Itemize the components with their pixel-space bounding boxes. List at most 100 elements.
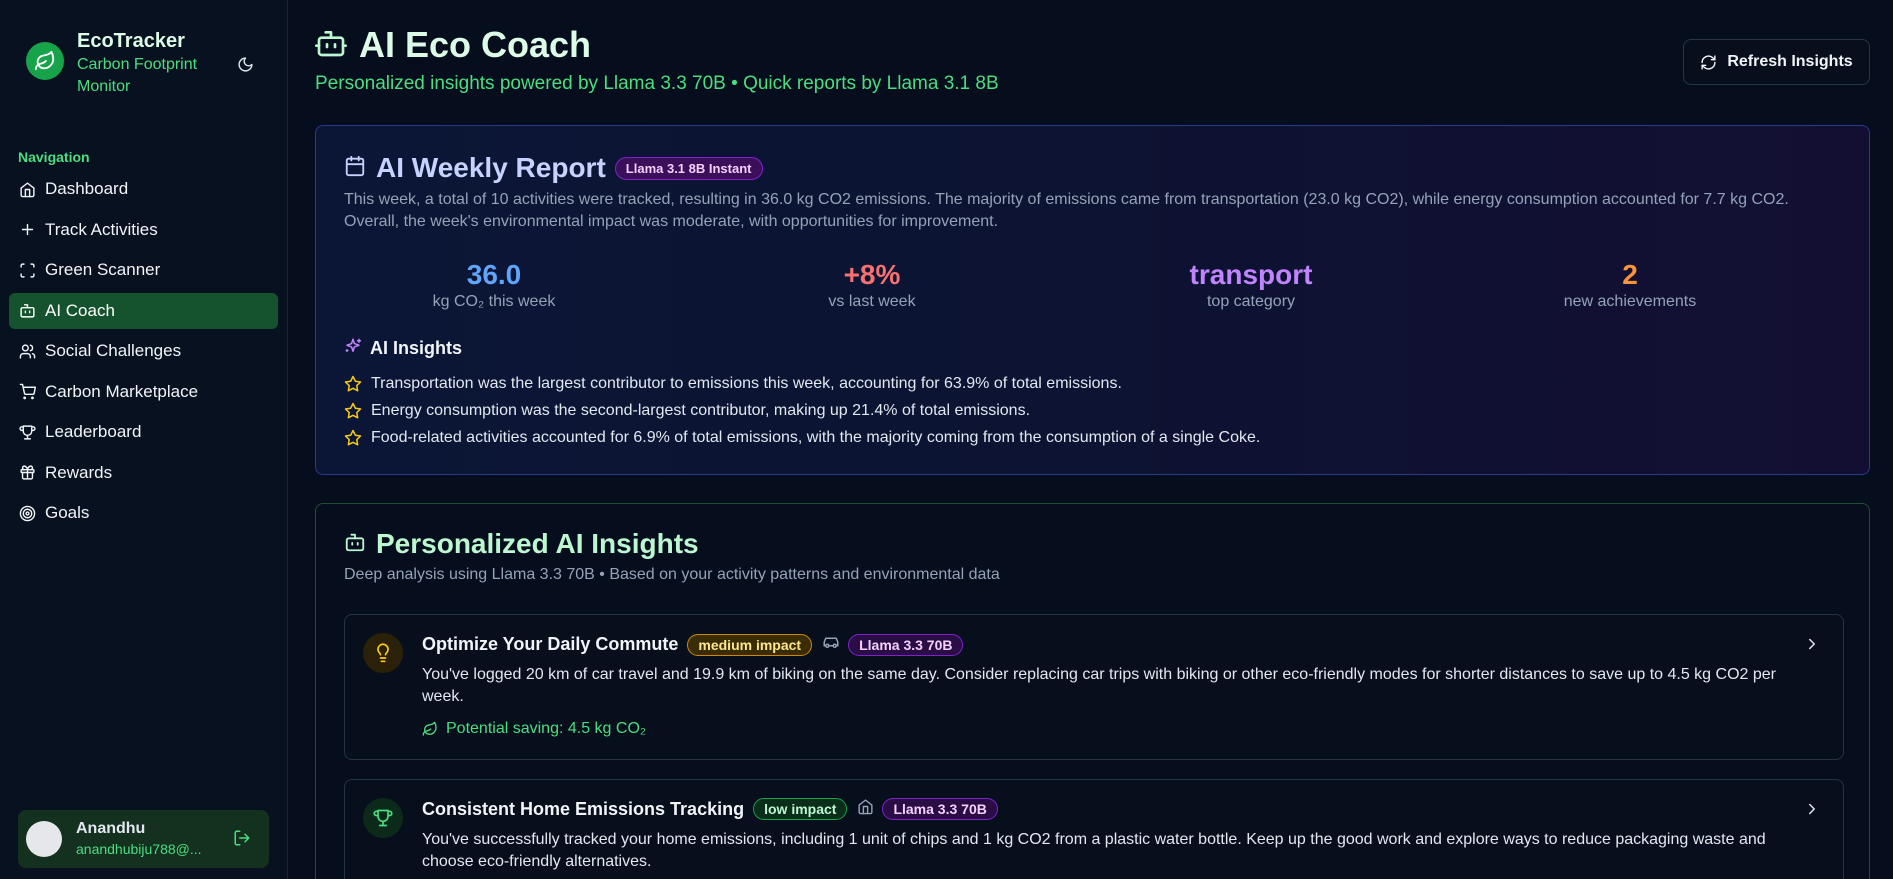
stat-value: 2: [1622, 259, 1638, 290]
bot-icon: [344, 531, 366, 558]
leaf-icon: [26, 42, 64, 80]
home-icon: [18, 180, 36, 198]
star-icon: [344, 402, 362, 418]
chevron-right-icon: [1803, 800, 1821, 818]
sidebar-item-dashboard[interactable]: Dashboard: [9, 171, 278, 207]
sidebar-item-green-scanner[interactable]: Green Scanner: [9, 252, 278, 288]
bot-icon: [18, 302, 36, 320]
stat-label: new achievements: [1563, 293, 1697, 310]
main-content: AI Eco Coach Personalized insights power…: [315, 0, 1870, 879]
brand: EcoTracker Carbon Footprint Monitor: [26, 28, 217, 98]
impact-badge: medium impact: [687, 633, 813, 656]
recommendation-card[interactable]: Optimize Your Daily Commute medium impac…: [344, 614, 1844, 760]
page-title: AI Eco Coach: [359, 24, 592, 65]
stat-label: vs last week: [828, 293, 916, 310]
target-icon: [18, 504, 36, 522]
stats-row: 36.0 kg CO₂ this week +8% vs last week t…: [344, 258, 1844, 318]
potential-saving: Potential saving: 4.5 kg CO₂: [422, 720, 646, 738]
stat-label: top category: [1206, 293, 1296, 310]
user-name: Anandhu: [76, 820, 146, 837]
calendar-icon: [344, 155, 366, 182]
weekly-report-summary: This week, a total of 10 activities were…: [344, 191, 1789, 230]
sidebar: EcoTracker Carbon Footprint Monitor Navi…: [0, 0, 288, 879]
model-badge: Llama 3.1 8B Instant: [614, 156, 763, 180]
lightbulb-icon: [363, 633, 403, 673]
plus-icon: [18, 221, 36, 239]
sidebar-item-label: Track Activities: [45, 219, 158, 239]
car-icon: [822, 633, 840, 656]
scan-icon: [18, 261, 36, 279]
cart-icon: [18, 383, 36, 401]
insight-text: Food-related activities accounted for 6.…: [371, 428, 1261, 446]
recommendation-title: Consistent Home Emissions Tracking: [422, 798, 745, 819]
stat-emissions: 36.0 kg CO₂ this week: [344, 258, 644, 312]
theme-toggle-button[interactable]: [233, 52, 257, 76]
bot-icon: [315, 27, 347, 64]
stat-value: +8%: [843, 259, 901, 290]
sidebar-item-label: Carbon Marketplace: [45, 381, 199, 401]
gift-icon: [18, 464, 36, 482]
potential-saving-text: Potential saving: 4.5 kg CO₂: [446, 720, 647, 737]
refresh-insights-button[interactable]: Refresh Insights: [1683, 39, 1870, 85]
model-badge: Llama 3.3 70B: [882, 798, 998, 820]
sidebar-item-label: Green Scanner: [45, 260, 161, 279]
stat-label: kg CO₂ this week: [432, 293, 556, 310]
star-icon: [344, 429, 362, 445]
sparkles-icon: [344, 337, 362, 360]
stat-change: +8% vs last week: [722, 258, 1022, 312]
recommendation-description: You've successfully tracked your home em…: [422, 831, 1766, 870]
users-icon: [18, 342, 36, 360]
personalized-insights-subtitle: Deep analysis using Llama 3.3 70B • Base…: [344, 566, 1000, 583]
logout-button[interactable]: [233, 829, 253, 849]
sidebar-item-track-activities[interactable]: Track Activities: [9, 212, 278, 248]
stat-value: 36.0: [466, 259, 522, 290]
insight-text: Transportation was the largest contribut…: [371, 374, 1122, 392]
user-email: anandhubiju788@...: [76, 841, 202, 857]
sidebar-item-label: Leaderboard: [45, 422, 142, 441]
chevron-right-icon: [1803, 635, 1821, 653]
recommendation-title: Optimize Your Daily Commute: [422, 634, 679, 654]
recommendation-description: You've logged 20 km of car travel and 19…: [422, 666, 1776, 705]
list-item: Energy consumption was the second-larges…: [344, 397, 1260, 424]
leaf-icon: [422, 721, 437, 736]
sidebar-item-label: Rewards: [45, 462, 113, 482]
sidebar-item-label: Goals: [45, 503, 90, 522]
list-item: Transportation was the largest contribut…: [344, 370, 1260, 397]
list-item: Food-related activities accounted for 6.…: [344, 424, 1260, 451]
user-card: Anandhu anandhubiju788@...: [18, 810, 269, 868]
impact-badge: low impact: [753, 798, 848, 820]
star-icon: [344, 375, 362, 391]
recommendation-card[interactable]: Consistent Home Emissions Tracking low i…: [344, 779, 1844, 879]
sidebar-item-goals[interactable]: Goals: [9, 495, 278, 531]
sidebar-item-leaderboard[interactable]: Leaderboard: [9, 414, 278, 450]
sidebar-item-social-challenges[interactable]: Social Challenges: [9, 333, 278, 369]
insights-list: Transportation was the largest contribut…: [344, 370, 1260, 451]
refresh-icon: [1701, 54, 1716, 70]
weekly-report-title: AI Weekly Report: [376, 152, 606, 183]
sidebar-item-carbon-marketplace[interactable]: Carbon Marketplace: [9, 374, 278, 410]
weekly-report-card: AI Weekly Report Llama 3.1 8B Instant Th…: [315, 125, 1870, 475]
trophy-icon: [18, 423, 36, 441]
nav-list: Dashboard Track Activities Green Scanner…: [9, 171, 278, 536]
trophy-icon: [363, 798, 403, 838]
sidebar-item-label: Social Challenges: [45, 341, 182, 360]
avatar: [26, 821, 62, 857]
insight-text: Energy consumption was the second-larges…: [371, 401, 1031, 419]
stat-achievements: 2 new achievements: [1480, 258, 1780, 312]
sidebar-item-ai-coach[interactable]: AI Coach: [9, 292, 278, 329]
brand-subtitle: Carbon Footprint Monitor: [77, 56, 198, 95]
nav-heading: Navigation: [18, 149, 90, 165]
brand-title: EcoTracker: [77, 30, 185, 52]
model-badge: Llama 3.3 70B: [848, 633, 964, 656]
moon-icon: [237, 56, 253, 72]
refresh-insights-label: Refresh Insights: [1727, 53, 1853, 70]
sidebar-item-label: Dashboard: [45, 179, 129, 198]
personalized-insights-card: Personalized AI Insights Deep analysis u…: [315, 503, 1870, 879]
personalized-insights-title: Personalized AI Insights: [376, 528, 699, 559]
sidebar-item-rewards[interactable]: Rewards: [9, 455, 278, 491]
sidebar-item-label: AI Coach: [45, 300, 115, 320]
page-subtitle: Personalized insights powered by Llama 3…: [315, 73, 999, 94]
stat-value: transport: [1189, 259, 1313, 290]
stat-top-category: transport top category: [1101, 258, 1401, 312]
home-icon: [857, 798, 874, 820]
